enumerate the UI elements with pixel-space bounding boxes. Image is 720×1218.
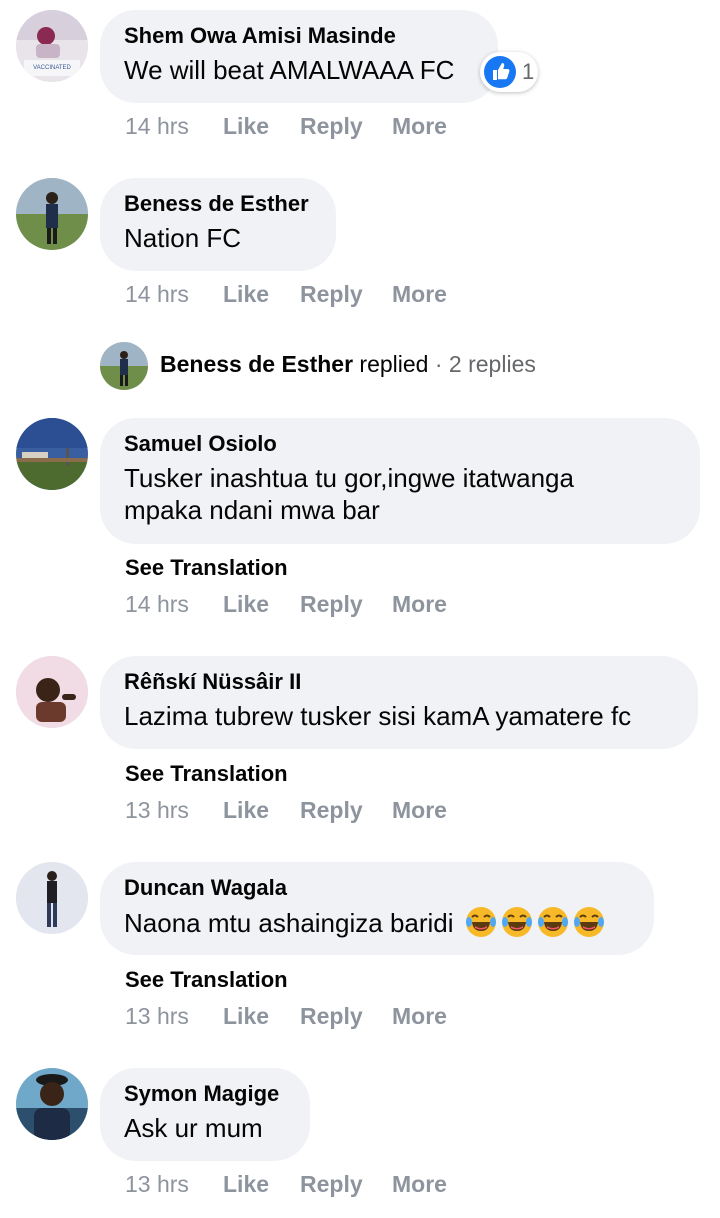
more-button[interactable]: More — [392, 795, 447, 825]
comment-text-line: mpaka ndani mwa bar — [124, 495, 380, 525]
more-button[interactable]: More — [392, 279, 447, 309]
comment-bubble: Beness de Esther Nation FC — [100, 178, 336, 271]
reply-button[interactable]: Reply — [300, 1001, 363, 1031]
see-translation-link[interactable]: See Translation — [125, 760, 288, 788]
avatar-image — [16, 418, 88, 490]
reply-button[interactable]: Reply — [300, 795, 363, 825]
reply-count: 2 replies — [448, 351, 536, 377]
comment-text: Lazima tubrew tusker sisi kamA yamatere … — [124, 701, 632, 731]
comment-bubble: Duncan Wagala Naona mtu ashaingiza barid… — [100, 862, 654, 955]
svg-text:VACCINATED: VACCINATED — [33, 65, 71, 71]
reply-button[interactable]: Reply — [300, 1169, 363, 1199]
reply-button[interactable]: Reply — [300, 279, 363, 309]
comment-bubble: Samuel Osiolo Tusker inashtua tu gor,ing… — [100, 418, 700, 544]
comment-text: Naona mtu ashaingiza baridi — [124, 908, 454, 938]
comment-text-line: Tusker inashtua tu gor,ingwe itatwanga — [124, 463, 574, 493]
comment-author[interactable]: Symon Magige — [124, 1081, 286, 1107]
comment-bubble: Symon Magige Ask ur mum — [100, 1068, 310, 1161]
more-button[interactable]: More — [392, 1169, 447, 1199]
avatar-image — [16, 656, 88, 728]
comment-bubble: Shem Owa Amisi Masinde We will beat AMAL… — [100, 10, 498, 103]
avatar[interactable] — [16, 1068, 88, 1140]
avatar-image: VACCINATED — [16, 10, 88, 82]
like-button[interactable]: Like — [223, 795, 269, 825]
like-button[interactable]: Like — [223, 1001, 269, 1031]
laughing-emoji-icon — [537, 907, 568, 937]
reaction-count: 1 — [522, 59, 535, 84]
avatar[interactable]: VACCINATED — [16, 10, 88, 82]
laughing-emoji-icon — [573, 907, 604, 937]
comment-text: Nation FC — [124, 223, 242, 253]
thumbs-up-icon — [484, 56, 516, 88]
avatar[interactable] — [16, 656, 88, 728]
comment-bubble: Rêñskí Nüssâir II Lazima tubrew tusker s… — [100, 656, 698, 749]
avatar-image — [16, 1068, 88, 1140]
comment-author[interactable]: Shem Owa Amisi Masinde — [124, 23, 474, 49]
comment-text: Ask ur mum — [124, 1113, 263, 1143]
comment-author[interactable]: Duncan Wagala — [124, 875, 630, 901]
comment-author[interactable]: Rêñskí Nüssâir II — [124, 669, 674, 695]
avatar-image — [16, 862, 88, 934]
comment-timestamp: 14 hrs — [125, 591, 189, 617]
avatar[interactable] — [16, 178, 88, 250]
comment-timestamp: 13 hrs — [125, 1171, 189, 1197]
reply-author: Beness de Esther — [160, 351, 354, 377]
avatar-image — [16, 178, 88, 250]
more-button[interactable]: More — [392, 111, 447, 141]
like-button[interactable]: Like — [223, 589, 269, 619]
reply-button[interactable]: Reply — [300, 111, 363, 141]
comment-timestamp: 14 hrs — [125, 281, 189, 307]
reply-verb: replied — [359, 351, 429, 377]
comment-text-row: Naona mtu ashaingiza baridi 😂😂😂😂 — [124, 906, 630, 939]
see-translation-link[interactable]: See Translation — [125, 966, 288, 994]
comment-timestamp: 14 hrs — [125, 113, 189, 139]
reply-summary: Beness de Esther replied · 2 replies — [160, 350, 536, 378]
like-button[interactable]: Like — [223, 111, 269, 141]
more-button[interactable]: More — [392, 1001, 447, 1031]
laughing-emoji-icon — [465, 907, 496, 937]
like-button[interactable]: Like — [223, 279, 269, 309]
comment-timestamp: 13 hrs — [125, 797, 189, 823]
see-translation-link[interactable]: See Translation — [125, 554, 288, 582]
avatar — [100, 342, 148, 390]
more-button[interactable]: More — [392, 589, 447, 619]
reply-separator: · — [434, 351, 443, 377]
reaction-badge[interactable]: 1 — [480, 52, 538, 92]
comment-text: We will beat AMALWAAA FC — [124, 55, 455, 85]
laughing-emoji-icon — [501, 907, 532, 937]
comment-author[interactable]: Beness de Esther — [124, 191, 312, 217]
reply-button[interactable]: Reply — [300, 589, 363, 619]
comment-author[interactable]: Samuel Osiolo — [124, 431, 676, 457]
like-button[interactable]: Like — [223, 1169, 269, 1199]
comment-timestamp: 13 hrs — [125, 1003, 189, 1029]
avatar[interactable] — [16, 862, 88, 934]
avatar[interactable] — [16, 418, 88, 490]
